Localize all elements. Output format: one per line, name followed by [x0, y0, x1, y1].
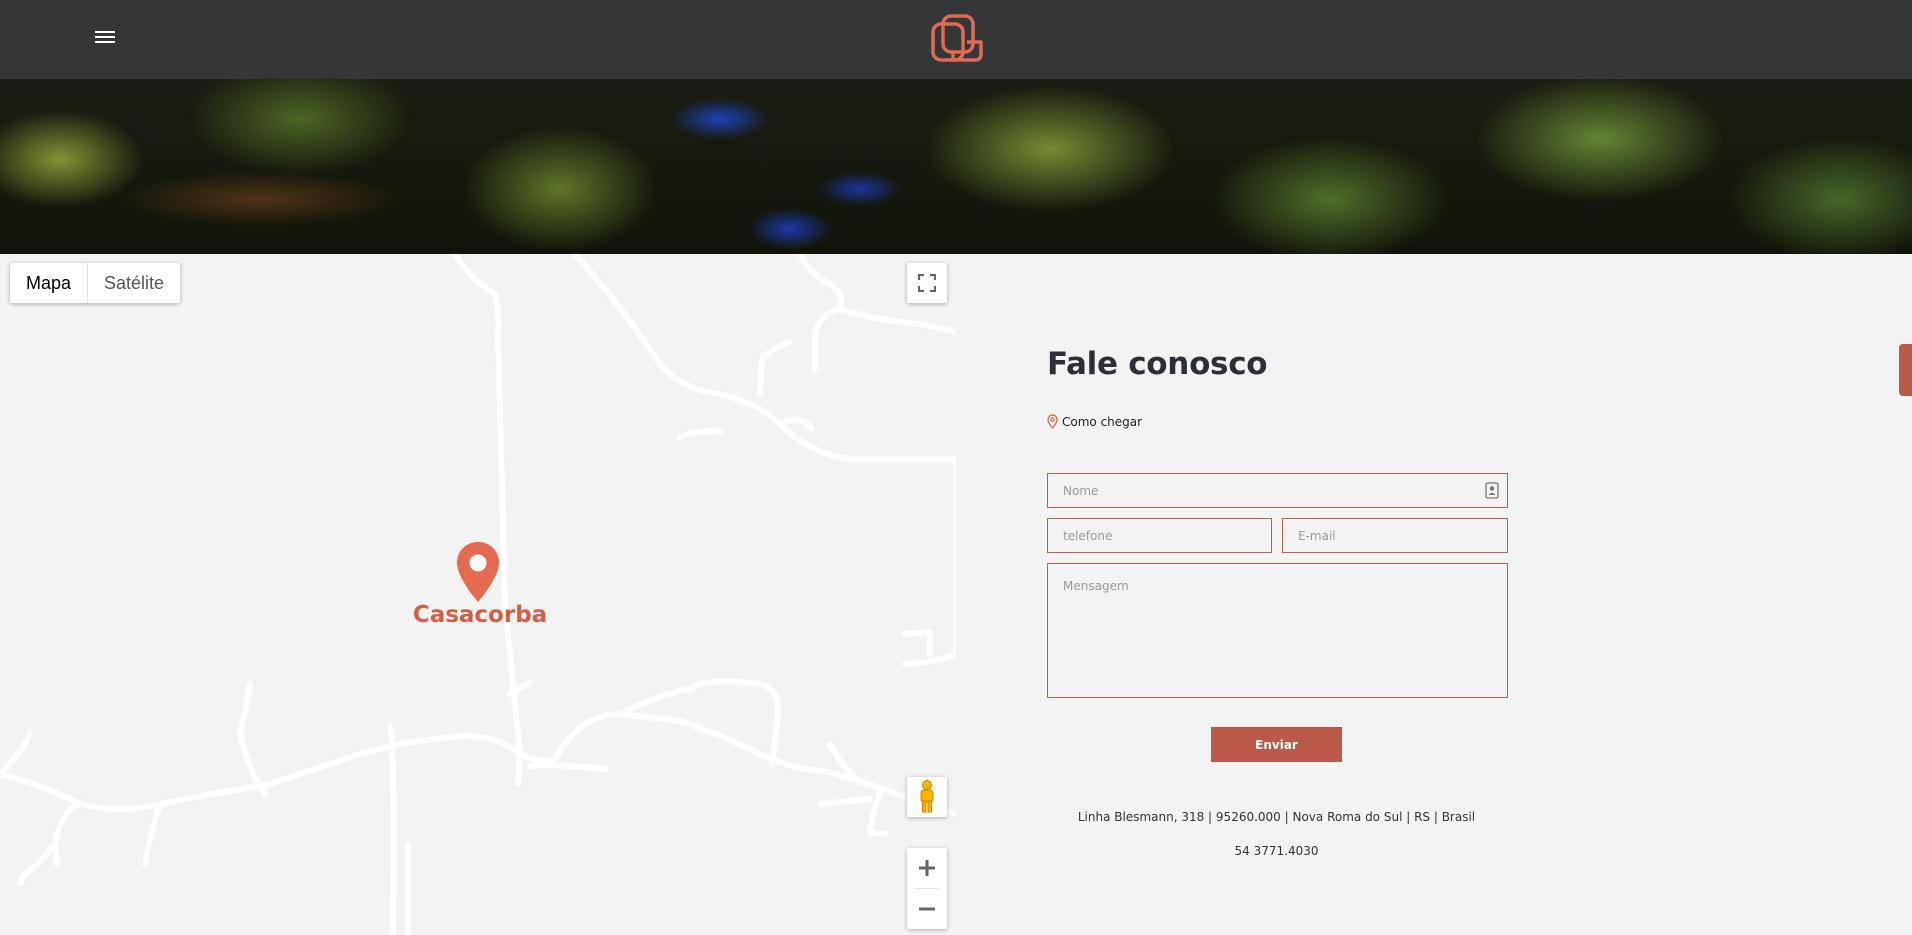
- map-type-satellite[interactable]: Satélite: [88, 263, 180, 303]
- directions-link[interactable]: Como chegar: [1047, 414, 1142, 429]
- address-text: Linha Blesmann, 318 | 95260.000 | Nova R…: [1077, 810, 1476, 824]
- zoom-in-button[interactable]: [907, 848, 947, 888]
- phone-text: 54 3771.4030: [1234, 844, 1319, 858]
- map-type-map[interactable]: Mapa: [10, 263, 89, 303]
- side-tab-button[interactable]: [1899, 344, 1912, 396]
- contact-title: Fale conosco: [1047, 346, 1268, 382]
- zoom-controls: [907, 848, 947, 929]
- fullscreen-icon: [918, 274, 936, 292]
- message-field[interactable]: Mensagem: [1047, 563, 1508, 698]
- top-navigation-bar: [0, 0, 1912, 79]
- name-field[interactable]: Nome: [1047, 473, 1508, 508]
- location-pin-icon: [1047, 414, 1058, 429]
- send-button[interactable]: Enviar: [1211, 727, 1342, 762]
- fullscreen-button[interactable]: [907, 263, 947, 303]
- email-placeholder: E-mail: [1298, 528, 1336, 543]
- contact-card-icon: [1485, 482, 1499, 499]
- minus-icon: [919, 907, 935, 911]
- email-field[interactable]: E-mail: [1282, 518, 1508, 553]
- street-view-pegman-icon: [920, 780, 934, 813]
- name-placeholder: Nome: [1063, 483, 1099, 498]
- map-type-selector: Mapa Satélite: [10, 263, 181, 303]
- directions-label: Como chegar: [1062, 414, 1143, 429]
- plus-icon: [919, 860, 935, 876]
- vineyard-banner-image: [0, 79, 1912, 254]
- marker-label: Casacorba: [412, 602, 548, 628]
- message-placeholder: Mensagem: [1063, 579, 1129, 593]
- zoom-out-button[interactable]: [907, 889, 947, 929]
- location-map[interactable]: Mapa Satélite Casacorba: [0, 254, 956, 935]
- casacorba-logo-icon[interactable]: [929, 12, 985, 66]
- hamburger-menu-icon[interactable]: [91, 28, 121, 50]
- phone-placeholder: telefone: [1063, 528, 1113, 543]
- street-view-button[interactable]: [907, 777, 947, 817]
- phone-field[interactable]: telefone: [1047, 518, 1272, 553]
- location-marker-icon[interactable]: [454, 540, 502, 604]
